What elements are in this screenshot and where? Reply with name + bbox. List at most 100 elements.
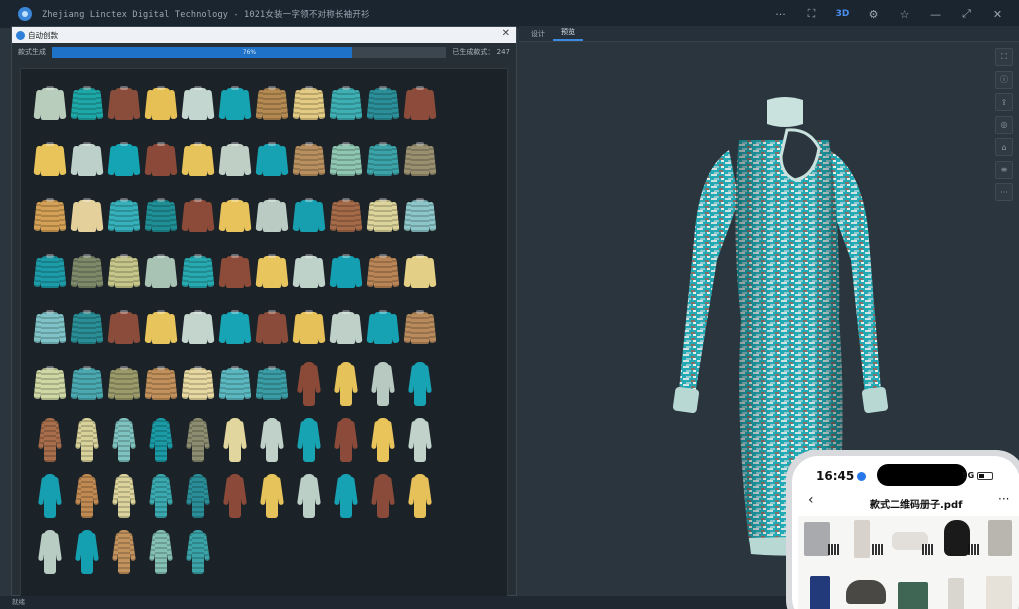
rotate-icon[interactable]: ◎ bbox=[995, 115, 1013, 134]
expand-icon[interactable]: ⛶ bbox=[995, 48, 1013, 66]
style-thumbnail[interactable] bbox=[364, 411, 401, 467]
style-thumbnail[interactable] bbox=[105, 467, 142, 523]
export-icon[interactable]: ⇪ bbox=[995, 93, 1013, 111]
style-thumbnail[interactable] bbox=[401, 411, 438, 467]
style-thumbnail[interactable] bbox=[253, 355, 290, 411]
style-thumbnail[interactable] bbox=[105, 75, 142, 131]
close-window-icon[interactable]: ✕ bbox=[982, 0, 1013, 28]
style-thumbnail[interactable] bbox=[179, 299, 216, 355]
style-thumbnail[interactable] bbox=[216, 131, 253, 187]
style-thumbnail[interactable] bbox=[216, 299, 253, 355]
style-thumbnail[interactable] bbox=[142, 131, 179, 187]
style-thumbnail[interactable] bbox=[68, 523, 105, 579]
style-thumbnail[interactable] bbox=[68, 411, 105, 467]
style-thumbnail[interactable] bbox=[142, 299, 179, 355]
style-thumbnail[interactable] bbox=[179, 411, 216, 467]
style-thumbnail[interactable] bbox=[105, 187, 142, 243]
minimize-icon[interactable]: — bbox=[920, 0, 951, 28]
style-thumbnail[interactable] bbox=[105, 411, 142, 467]
style-thumbnail[interactable] bbox=[179, 243, 216, 299]
style-thumbnail[interactable] bbox=[401, 467, 438, 523]
style-thumbnail[interactable] bbox=[364, 243, 401, 299]
style-thumbnail[interactable] bbox=[31, 299, 68, 355]
style-thumbnail[interactable] bbox=[105, 523, 142, 579]
style-thumbnail[interactable] bbox=[105, 355, 142, 411]
style-thumbnail[interactable] bbox=[105, 131, 142, 187]
settings-icon[interactable]: ⚙ bbox=[858, 0, 889, 28]
style-thumbnail[interactable] bbox=[216, 243, 253, 299]
style-thumbnail[interactable] bbox=[142, 467, 179, 523]
style-thumbnail[interactable] bbox=[327, 467, 364, 523]
bag-icon[interactable]: ⌂ bbox=[995, 138, 1013, 156]
star-icon[interactable]: ☆ bbox=[889, 0, 920, 28]
style-thumbnail[interactable] bbox=[290, 299, 327, 355]
style-thumbnail[interactable] bbox=[179, 75, 216, 131]
style-thumbnail[interactable] bbox=[179, 187, 216, 243]
style-thumbnail[interactable] bbox=[31, 467, 68, 523]
style-thumbnail[interactable] bbox=[105, 299, 142, 355]
style-thumbnail[interactable] bbox=[290, 467, 327, 523]
style-thumbnail[interactable] bbox=[142, 243, 179, 299]
more-tools-icon[interactable]: ··· bbox=[995, 183, 1013, 201]
style-thumbnail[interactable] bbox=[290, 131, 327, 187]
more-icon[interactable]: ··· bbox=[765, 0, 796, 28]
style-thumbnail[interactable] bbox=[253, 467, 290, 523]
style-thumbnail[interactable] bbox=[253, 131, 290, 187]
style-thumbnail[interactable] bbox=[253, 411, 290, 467]
style-thumbnail[interactable] bbox=[253, 187, 290, 243]
layers-icon[interactable]: ≡ bbox=[995, 160, 1013, 179]
style-thumbnail[interactable] bbox=[142, 355, 179, 411]
style-thumbnail[interactable] bbox=[179, 131, 216, 187]
style-thumbnail[interactable] bbox=[401, 187, 438, 243]
style-thumbnail[interactable] bbox=[364, 299, 401, 355]
tab-preview[interactable]: 预览 bbox=[553, 25, 583, 41]
style-thumbnail[interactable] bbox=[253, 75, 290, 131]
style-thumbnail[interactable] bbox=[68, 243, 105, 299]
fullscreen-icon[interactable]: ⛶ bbox=[796, 0, 827, 28]
style-thumbnail[interactable] bbox=[401, 131, 438, 187]
more-options-icon[interactable]: ··· bbox=[998, 492, 1009, 506]
style-thumbnail[interactable] bbox=[216, 355, 253, 411]
style-thumbnail[interactable] bbox=[68, 355, 105, 411]
style-thumbnail[interactable] bbox=[31, 187, 68, 243]
style-thumbnail[interactable] bbox=[290, 243, 327, 299]
style-thumbnail[interactable] bbox=[401, 75, 438, 131]
style-thumbnail[interactable] bbox=[364, 187, 401, 243]
style-thumbnail[interactable] bbox=[253, 243, 290, 299]
style-thumbnail[interactable] bbox=[290, 187, 327, 243]
style-thumbnail[interactable] bbox=[401, 243, 438, 299]
style-thumbnail[interactable] bbox=[327, 75, 364, 131]
view-3d-button[interactable]: 3D bbox=[827, 0, 858, 28]
style-thumbnail[interactable] bbox=[142, 187, 179, 243]
style-thumbnail[interactable] bbox=[290, 75, 327, 131]
style-thumbnail[interactable] bbox=[327, 131, 364, 187]
style-thumbnail[interactable] bbox=[31, 75, 68, 131]
style-thumbnail[interactable] bbox=[142, 75, 179, 131]
style-thumbnail[interactable] bbox=[364, 131, 401, 187]
style-thumbnail[interactable] bbox=[290, 411, 327, 467]
style-thumbnail[interactable] bbox=[327, 355, 364, 411]
style-thumbnail[interactable] bbox=[68, 467, 105, 523]
style-thumbnail[interactable] bbox=[253, 299, 290, 355]
style-thumbnail[interactable] bbox=[327, 187, 364, 243]
style-thumbnail[interactable] bbox=[105, 243, 142, 299]
style-thumbnail[interactable] bbox=[290, 355, 327, 411]
style-thumbnail[interactable] bbox=[68, 75, 105, 131]
style-thumbnail[interactable] bbox=[216, 187, 253, 243]
style-thumbnail[interactable] bbox=[31, 131, 68, 187]
style-thumbnail[interactable] bbox=[68, 131, 105, 187]
style-thumbnail[interactable] bbox=[401, 355, 438, 411]
style-thumbnail[interactable] bbox=[142, 523, 179, 579]
style-thumbnail[interactable] bbox=[364, 75, 401, 131]
style-thumbnail[interactable] bbox=[327, 411, 364, 467]
style-thumbnail[interactable] bbox=[31, 411, 68, 467]
back-icon[interactable]: ‹ bbox=[808, 492, 814, 508]
style-thumbnail[interactable] bbox=[31, 523, 68, 579]
style-thumbnail[interactable] bbox=[179, 355, 216, 411]
style-thumbnail[interactable] bbox=[31, 355, 68, 411]
style-thumbnail[interactable] bbox=[68, 187, 105, 243]
style-thumbnail[interactable] bbox=[216, 467, 253, 523]
style-thumbnail[interactable] bbox=[31, 243, 68, 299]
style-thumbnail[interactable] bbox=[364, 355, 401, 411]
maximize-icon[interactable]: ⤢ bbox=[951, 0, 982, 28]
